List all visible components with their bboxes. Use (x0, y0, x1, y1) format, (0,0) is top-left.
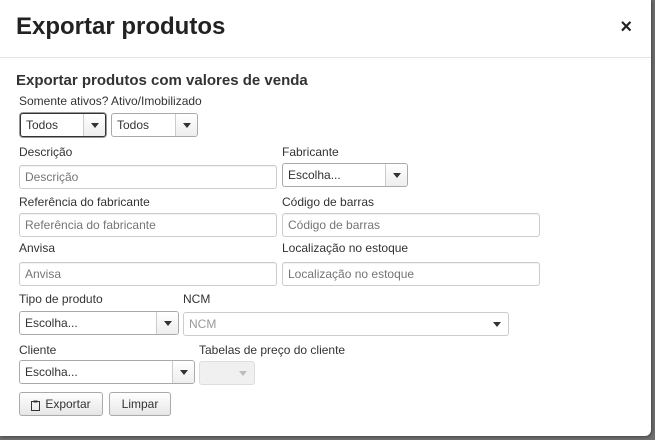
tabelas-preco-label: Tabelas de preço do cliente (199, 343, 346, 357)
anvisa-label: Anvisa (19, 241, 56, 255)
ativo-imobilizado-label: Ativo/Imobilizado (111, 94, 202, 108)
limpar-button[interactable]: Limpar (109, 392, 171, 416)
limpar-label: Limpar (121, 397, 159, 411)
chevron-down-icon (175, 114, 197, 136)
descricao-label: Descrição (19, 145, 73, 159)
ncm-label: NCM (183, 292, 211, 306)
chevron-down-icon (156, 312, 178, 334)
close-icon[interactable]: × (620, 17, 632, 37)
chevron-down-icon (83, 114, 105, 136)
tipo-produto-value: Escolha... (25, 316, 78, 330)
cliente-select[interactable]: Escolha... (19, 360, 195, 384)
ativo-imobilizado-value: Todos (117, 118, 150, 132)
referencia-label: Referência do fabricante (19, 195, 150, 209)
tipo-produto-select[interactable]: Escolha... (19, 311, 179, 335)
tipo-produto-label: Tipo de produto (19, 292, 103, 306)
ativo-imobilizado-select[interactable]: Todos (111, 113, 198, 137)
somente-ativos-value: Todos (26, 118, 59, 132)
chevron-down-icon (385, 164, 407, 186)
export-products-modal: Exportar produtos × Exportar produtos co… (0, 0, 651, 436)
anvisa-input[interactable] (19, 262, 277, 286)
section-title: Exportar produtos com valores de venda (16, 72, 308, 89)
modal-header: Exportar produtos × (0, 0, 651, 58)
fabricante-select[interactable]: Escolha... (282, 163, 408, 187)
fabricante-value: Escolha... (288, 168, 341, 182)
cliente-value: Escolha... (25, 365, 78, 379)
ncm-select[interactable]: NCM (183, 312, 509, 336)
tabelas-preco-select (199, 361, 255, 385)
modal-title: Exportar produtos (16, 13, 226, 40)
referencia-input[interactable] (19, 213, 277, 237)
localizacao-input[interactable] (282, 262, 540, 286)
codigo-barras-label: Código de barras (282, 195, 375, 209)
fabricante-label: Fabricante (282, 145, 339, 159)
ncm-placeholder: NCM (189, 317, 217, 331)
somente-ativos-select[interactable]: Todos (20, 113, 106, 137)
somente-ativos-label: Somente ativos? (19, 94, 109, 108)
clipboard-icon (31, 400, 41, 411)
exportar-button[interactable]: Exportar (19, 392, 103, 416)
codigo-barras-input[interactable] (282, 213, 540, 237)
cliente-label: Cliente (19, 343, 57, 357)
chevron-down-icon (486, 313, 508, 335)
descricao-input[interactable] (19, 165, 277, 189)
chevron-down-icon (172, 361, 194, 383)
exportar-label: Exportar (45, 397, 91, 411)
localizacao-label: Localização no estoque (282, 241, 409, 255)
chevron-down-icon (232, 362, 254, 384)
